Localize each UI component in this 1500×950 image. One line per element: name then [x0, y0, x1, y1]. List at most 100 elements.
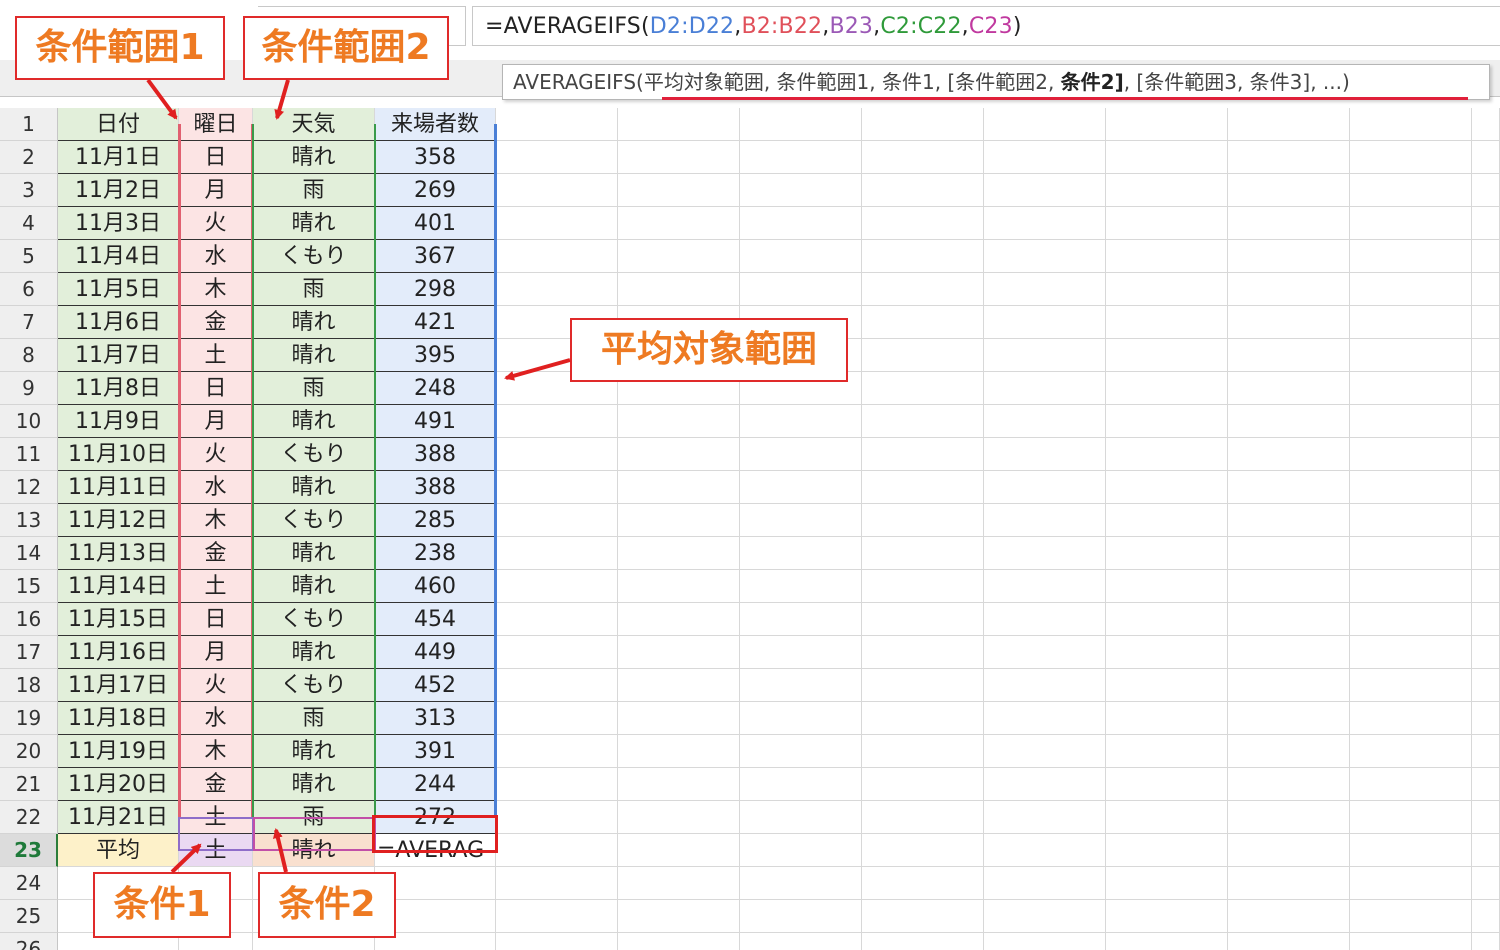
- cell-empty[interactable]: [1350, 108, 1472, 141]
- cell-empty[interactable]: [1228, 339, 1350, 372]
- row-number[interactable]: 6: [0, 273, 58, 306]
- cell-empty[interactable]: [1106, 603, 1228, 636]
- cell-empty[interactable]: [618, 603, 740, 636]
- cell-empty[interactable]: [1228, 768, 1350, 801]
- formula-input[interactable]: =AVERAGEIFS(D2:D22,B2:B22,B23,C2:C22,C23…: [472, 6, 1500, 46]
- cell-empty[interactable]: [1106, 768, 1228, 801]
- cell-weather[interactable]: 雨: [253, 273, 375, 306]
- cell-empty[interactable]: [1106, 504, 1228, 537]
- cell-empty[interactable]: [1106, 174, 1228, 207]
- cell-weekday[interactable]: 日: [179, 141, 253, 174]
- cell-empty[interactable]: [1106, 801, 1228, 834]
- cell-weekday[interactable]: 月: [179, 636, 253, 669]
- row-number[interactable]: 15: [0, 570, 58, 603]
- cell-empty[interactable]: [1472, 240, 1500, 273]
- cell-date[interactable]: 11月12日: [58, 504, 179, 537]
- cell-empty[interactable]: [862, 174, 984, 207]
- row-number[interactable]: 3: [0, 174, 58, 207]
- cell-empty[interactable]: [1228, 141, 1350, 174]
- cell-empty[interactable]: [740, 603, 862, 636]
- cell-visitors[interactable]: 358: [375, 141, 496, 174]
- cell-empty[interactable]: [1350, 570, 1472, 603]
- cell-empty[interactable]: [740, 867, 862, 900]
- cell-weekday[interactable]: 日: [179, 372, 253, 405]
- cell-weekday[interactable]: 木: [179, 504, 253, 537]
- cell-average-label[interactable]: 平均: [58, 834, 179, 867]
- cell-weather[interactable]: 雨: [253, 174, 375, 207]
- cell-weekday[interactable]: 木: [179, 273, 253, 306]
- cell-empty[interactable]: [862, 702, 984, 735]
- cell-empty[interactable]: [1350, 174, 1472, 207]
- cell-empty[interactable]: [740, 240, 862, 273]
- cell-empty[interactable]: [496, 768, 618, 801]
- cell-weather[interactable]: 晴れ: [253, 636, 375, 669]
- cell-weekday[interactable]: 土: [179, 339, 253, 372]
- cell-weather[interactable]: 晴れ: [253, 207, 375, 240]
- cell-visitors[interactable]: 391: [375, 735, 496, 768]
- cell-empty[interactable]: [740, 471, 862, 504]
- cell-visitors[interactable]: 460: [375, 570, 496, 603]
- cell-empty[interactable]: [1350, 603, 1472, 636]
- cell-empty[interactable]: [984, 768, 1106, 801]
- row-number[interactable]: 18: [0, 669, 58, 702]
- cell-empty[interactable]: [740, 834, 862, 867]
- row-number[interactable]: 24: [0, 867, 58, 900]
- row-number[interactable]: 23: [0, 834, 58, 867]
- header-visitors[interactable]: 来場者数: [375, 108, 496, 141]
- cell-date[interactable]: 11月20日: [58, 768, 179, 801]
- cell-empty[interactable]: [496, 207, 618, 240]
- cell-visitors[interactable]: 421: [375, 306, 496, 339]
- cell-empty[interactable]: [862, 306, 984, 339]
- cell-empty[interactable]: [1472, 636, 1500, 669]
- cell-empty[interactable]: [618, 141, 740, 174]
- cell-empty[interactable]: [1350, 240, 1472, 273]
- cell-empty[interactable]: [740, 669, 862, 702]
- cell-criteria2[interactable]: 晴れ: [253, 834, 375, 867]
- cell-visitors[interactable]: 449: [375, 636, 496, 669]
- cell-empty[interactable]: [984, 339, 1106, 372]
- header-weather[interactable]: 天気: [253, 108, 375, 141]
- cell-empty[interactable]: [496, 801, 618, 834]
- cell-visitors[interactable]: 238: [375, 537, 496, 570]
- cell-visitors[interactable]: 313: [375, 702, 496, 735]
- cell-empty[interactable]: [740, 273, 862, 306]
- cell-empty[interactable]: [984, 834, 1106, 867]
- cell-empty[interactable]: [1350, 273, 1472, 306]
- cell-empty[interactable]: [1350, 471, 1472, 504]
- cell-empty[interactable]: [862, 900, 984, 933]
- cell-empty[interactable]: [862, 570, 984, 603]
- cell-date[interactable]: 11月3日: [58, 207, 179, 240]
- cell-empty[interactable]: [862, 471, 984, 504]
- cell-empty[interactable]: [1350, 306, 1472, 339]
- cell-empty[interactable]: [984, 669, 1106, 702]
- cell-empty[interactable]: [1228, 438, 1350, 471]
- cell-empty[interactable]: [1106, 570, 1228, 603]
- cell-empty[interactable]: [984, 702, 1106, 735]
- cell-empty[interactable]: [984, 471, 1106, 504]
- cell-empty[interactable]: [862, 801, 984, 834]
- row-number[interactable]: 20: [0, 735, 58, 768]
- cell-date[interactable]: 11月17日: [58, 669, 179, 702]
- cell-visitors[interactable]: 388: [375, 438, 496, 471]
- cell-empty[interactable]: [740, 405, 862, 438]
- cell-empty[interactable]: [862, 108, 984, 141]
- cell-weather[interactable]: 晴れ: [253, 471, 375, 504]
- cell-empty[interactable]: [984, 207, 1106, 240]
- cell-visitors[interactable]: 269: [375, 174, 496, 207]
- cell-empty[interactable]: [496, 702, 618, 735]
- cell-empty[interactable]: [1106, 867, 1228, 900]
- cell-empty[interactable]: [1228, 570, 1350, 603]
- cell-empty[interactable]: [1472, 834, 1500, 867]
- cell-empty[interactable]: [1106, 834, 1228, 867]
- cell-empty[interactable]: [1228, 240, 1350, 273]
- cell-empty[interactable]: [1228, 405, 1350, 438]
- cell-empty[interactable]: [740, 570, 862, 603]
- cell-empty[interactable]: [740, 801, 862, 834]
- cell-empty[interactable]: [496, 570, 618, 603]
- cell-empty[interactable]: [1350, 141, 1472, 174]
- cell-empty[interactable]: [1228, 273, 1350, 306]
- cell-empty[interactable]: [1228, 372, 1350, 405]
- cell-empty[interactable]: [862, 438, 984, 471]
- cell-empty[interactable]: [1106, 339, 1228, 372]
- cell-empty[interactable]: [1350, 339, 1472, 372]
